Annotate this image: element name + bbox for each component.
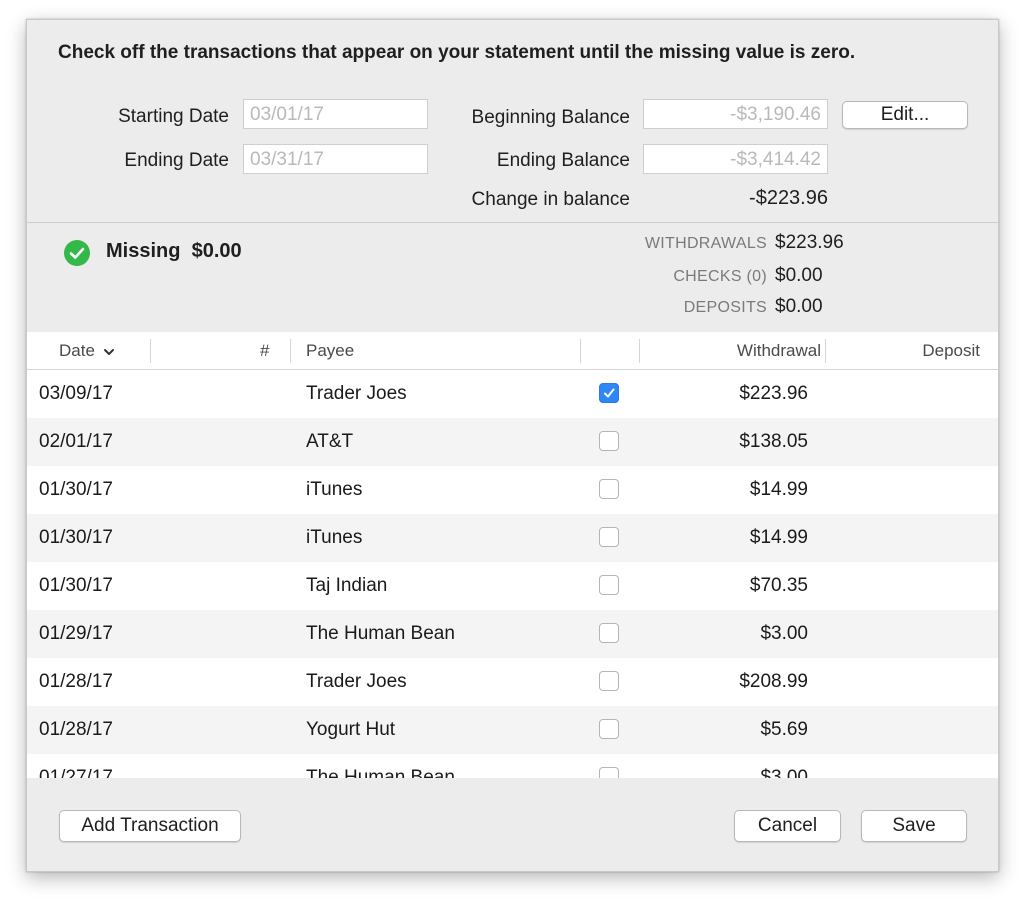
checkmark-icon <box>604 388 615 398</box>
row-withdrawal: $70.35 <box>749 575 808 596</box>
instruction-text: Check off the transactions that appear o… <box>58 42 856 63</box>
row-deposit <box>825 370 980 418</box>
row-deposit <box>825 610 980 658</box>
row-withdrawal: $5.69 <box>760 719 808 740</box>
reconcile-dialog: Check off the transactions that appear o… <box>26 19 999 872</box>
row-payee: Trader Joes <box>306 383 407 404</box>
ending-date-field[interactable]: 03/31/17 <box>243 144 428 174</box>
add-transaction-button[interactable]: Add Transaction <box>59 810 241 842</box>
row-date: 01/30/17 <box>39 527 113 548</box>
edit-button[interactable]: Edit... <box>842 101 968 129</box>
table-row[interactable]: 03/09/17 Trader Joes $223.96 <box>27 370 998 418</box>
column-divider[interactable] <box>150 339 151 363</box>
row-deposit <box>825 754 980 778</box>
chevron-down-icon <box>103 348 114 355</box>
transactions-table: Date # Payee Withdrawal Deposit 03/09/17… <box>27 332 998 778</box>
row-deposit <box>825 466 980 514</box>
row-payee: Taj Indian <box>306 575 388 596</box>
ending-date-label: Ending Date <box>124 150 229 171</box>
deposits-label: DEPOSITS <box>683 299 767 316</box>
row-date: 01/28/17 <box>39 719 113 740</box>
row-checkbox[interactable] <box>599 671 619 691</box>
row-withdrawal: $3.00 <box>760 767 808 778</box>
row-payee: iTunes <box>306 479 363 500</box>
change-in-balance-value: -$223.96 <box>749 187 828 209</box>
cancel-button[interactable]: Cancel <box>734 810 841 842</box>
table-row[interactable]: 01/29/17 The Human Bean $3.00 <box>27 610 998 658</box>
save-button[interactable]: Save <box>861 810 967 842</box>
starting-date-label: Starting Date <box>118 106 229 127</box>
row-checkbox[interactable] <box>599 479 619 499</box>
column-divider[interactable] <box>580 339 581 363</box>
table-row[interactable]: 01/28/17 Trader Joes $208.99 <box>27 658 998 706</box>
row-checkbox[interactable] <box>599 767 619 778</box>
row-checkbox[interactable] <box>599 719 619 739</box>
starting-date-field[interactable]: 03/01/17 <box>243 99 428 129</box>
ending-balance-field[interactable]: -$3,414.42 <box>643 144 828 174</box>
column-deposit-header[interactable]: Deposit <box>825 332 980 370</box>
beginning-balance-field[interactable]: -$3,190.46 <box>643 99 828 129</box>
row-withdrawal: $14.99 <box>749 479 808 500</box>
row-withdrawal: $208.99 <box>739 671 808 692</box>
row-checkbox[interactable] <box>599 383 619 403</box>
table-header: Date # Payee Withdrawal Deposit <box>27 332 998 370</box>
change-in-balance-label: Change in balance <box>471 189 630 210</box>
row-withdrawal: $14.99 <box>749 527 808 548</box>
table-row[interactable]: 01/28/17 Yogurt Hut $5.69 <box>27 706 998 754</box>
row-payee: The Human Bean <box>306 623 455 644</box>
column-date-label: Date <box>59 341 95 360</box>
missing-value: $0.00 <box>191 240 242 262</box>
table-body: 03/09/17 Trader Joes $223.96 02/01/17 AT&T $1… <box>27 370 998 778</box>
column-number-header[interactable]: # <box>260 332 269 370</box>
row-withdrawal: $3.00 <box>760 623 808 644</box>
row-payee: Yogurt Hut <box>306 719 396 740</box>
row-deposit <box>825 514 980 562</box>
row-date: 01/27/17 <box>39 767 113 778</box>
table-row[interactable]: 01/30/17 iTunes $14.99 <box>27 514 998 562</box>
row-checkbox[interactable] <box>599 431 619 451</box>
row-payee: Trader Joes <box>306 671 407 692</box>
row-payee: The Human Bean <box>306 767 455 778</box>
ending-balance-label: Ending Balance <box>496 150 630 171</box>
column-withdrawal-header[interactable]: Withdrawal <box>639 332 821 370</box>
missing-label: Missing <box>106 240 181 262</box>
column-date-header[interactable]: Date <box>59 332 115 370</box>
table-row[interactable]: 02/01/17 AT&T $138.05 <box>27 418 998 466</box>
row-date: 01/29/17 <box>39 623 113 644</box>
row-payee: AT&T <box>306 431 354 452</box>
row-deposit <box>825 562 980 610</box>
withdrawals-value: $223.96 <box>775 232 844 253</box>
row-date: 01/30/17 <box>39 575 113 596</box>
checks-label: CHECKS (0) <box>673 268 767 285</box>
row-checkbox[interactable] <box>599 575 619 595</box>
row-payee: iTunes <box>306 527 363 548</box>
deposits-value: $0.00 <box>775 296 823 317</box>
beginning-balance-label: Beginning Balance <box>471 107 630 128</box>
row-date: 02/01/17 <box>39 431 113 452</box>
row-deposit <box>825 418 980 466</box>
row-date: 03/09/17 <box>39 383 113 404</box>
checkmark-circle-icon <box>64 240 90 266</box>
table-row[interactable]: 01/30/17 Taj Indian $70.35 <box>27 562 998 610</box>
row-date: 01/28/17 <box>39 671 113 692</box>
row-date: 01/30/17 <box>39 479 113 500</box>
row-deposit <box>825 658 980 706</box>
column-payee-header[interactable]: Payee <box>306 332 354 370</box>
missing-amount: Missing $0.00 <box>106 240 242 263</box>
separator <box>27 222 998 223</box>
row-checkbox[interactable] <box>599 527 619 547</box>
row-withdrawal: $138.05 <box>739 431 808 452</box>
row-deposit <box>825 706 980 754</box>
row-checkbox[interactable] <box>599 623 619 643</box>
column-divider[interactable] <box>290 339 291 363</box>
table-row[interactable]: 01/30/17 iTunes $14.99 <box>27 466 998 514</box>
withdrawals-label: WITHDRAWALS <box>644 235 767 252</box>
checks-value: $0.00 <box>775 265 823 286</box>
row-withdrawal: $223.96 <box>739 383 808 404</box>
table-row[interactable]: 01/27/17 The Human Bean $3.00 <box>27 754 998 778</box>
